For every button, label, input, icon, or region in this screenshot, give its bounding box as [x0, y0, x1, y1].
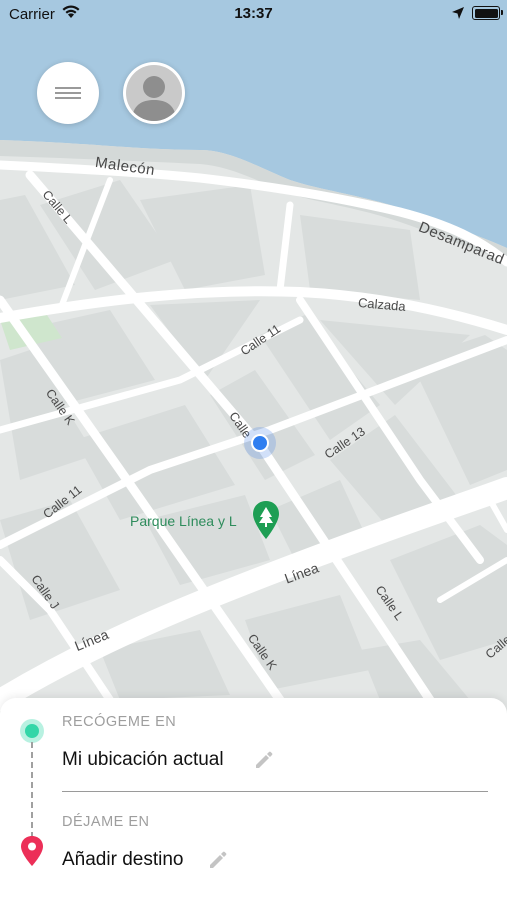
pickup-field[interactable]: Mi ubicación actual [62, 749, 224, 771]
hamburger-icon [55, 84, 81, 102]
edit-dropoff-icon[interactable] [207, 849, 229, 871]
user-silhouette-icon [132, 76, 176, 121]
menu-button[interactable] [37, 62, 99, 124]
dropoff-field[interactable]: Añadir destino [62, 849, 183, 871]
route-connector [31, 742, 33, 838]
edit-pickup-icon[interactable] [253, 749, 275, 771]
clock: 13:37 [234, 5, 273, 22]
battery-icon [472, 6, 503, 20]
location-arrow-icon [451, 6, 465, 24]
dropoff-pin-icon [20, 835, 44, 867]
current-location-dot [244, 427, 276, 459]
trip-sheet: RECÓGEME EN Mi ubicación actual DÉJAME E… [0, 698, 507, 900]
battery-level [474, 8, 498, 18]
profile-button[interactable] [123, 62, 185, 124]
field-divider [62, 791, 488, 792]
avatar [126, 65, 182, 121]
pickup-dot-icon [20, 719, 44, 743]
dropoff-label: DÉJAME EN [62, 814, 150, 830]
status-bar: Carrier 13:37 [0, 0, 507, 28]
pickup-label: RECÓGEME EN [62, 714, 177, 730]
park-pin-icon[interactable] [252, 500, 280, 540]
